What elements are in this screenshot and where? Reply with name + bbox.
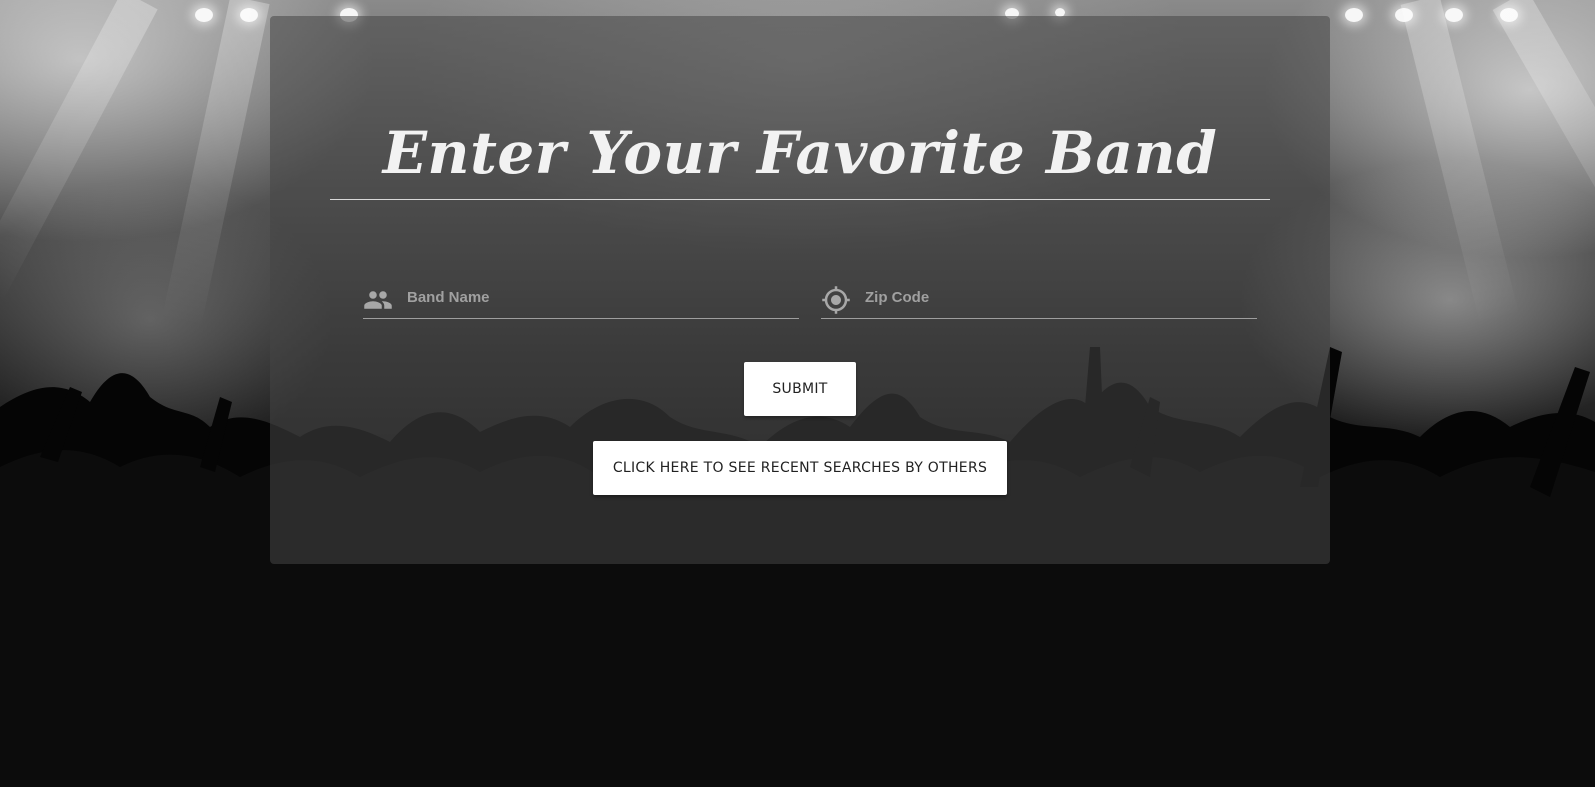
search-panel: Enter Your Favorite Band SUBMIT CLICK HE…: [270, 16, 1330, 564]
stage-light: [1445, 8, 1463, 22]
light-beam: [1492, 0, 1595, 296]
light-beam: [0, 0, 158, 301]
zip-code-input[interactable]: [865, 282, 1245, 312]
light-beam: [161, 0, 270, 327]
title-divider: [330, 199, 1270, 200]
light-beam: [1400, 0, 1520, 326]
zip-code-field: [821, 278, 1257, 319]
stage-light: [195, 8, 213, 22]
concert-background: Enter Your Favorite Band SUBMIT CLICK HE…: [0, 0, 1595, 787]
recent-searches-button[interactable]: CLICK HERE TO SEE RECENT SEARCHES BY OTH…: [593, 441, 1007, 495]
page-title: Enter Your Favorite Band: [382, 119, 1218, 187]
band-name-field: [363, 278, 799, 319]
band-name-input[interactable]: [407, 282, 787, 312]
submit-button[interactable]: SUBMIT: [744, 362, 856, 416]
location-target-icon: [822, 286, 850, 314]
people-icon: [364, 291, 392, 309]
stage-light: [1345, 8, 1363, 22]
